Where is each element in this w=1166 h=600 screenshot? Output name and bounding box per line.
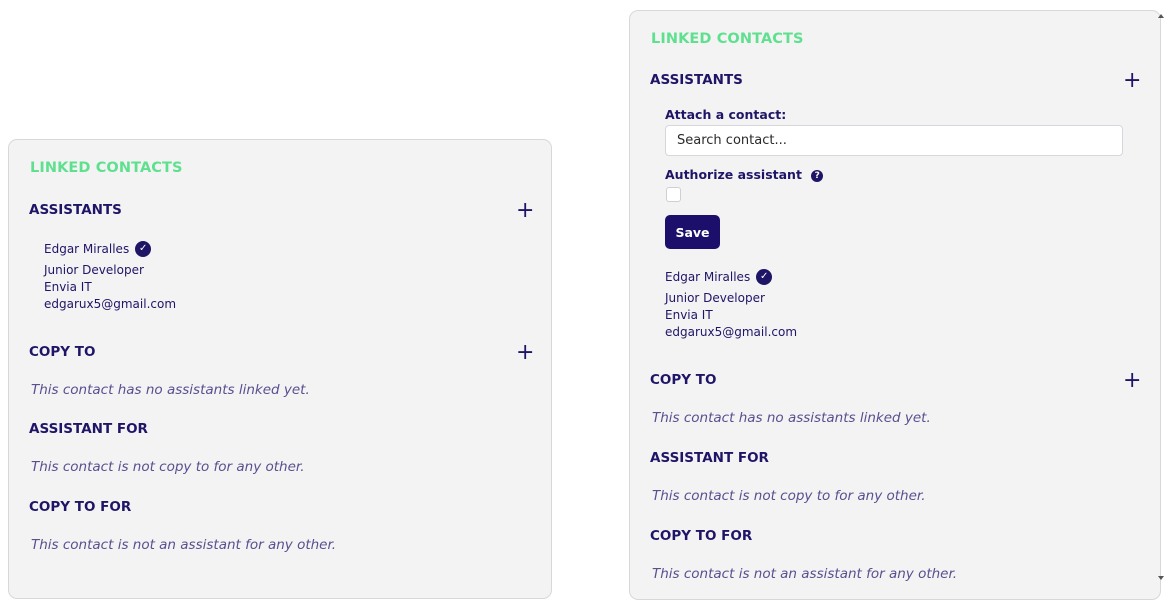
- scroll-down-arrow-icon[interactable]: [1158, 576, 1164, 580]
- contact-email: edgarux5@gmail.com: [665, 325, 798, 339]
- copy-to-empty-text: This contact has no assistants linked ye…: [652, 410, 931, 426]
- save-button[interactable]: Save: [665, 215, 720, 249]
- assistants-heading: ASSISTANTS: [650, 72, 743, 88]
- copy-to-for-heading: COPY TO FOR: [29, 499, 132, 515]
- copy-to-heading: COPY TO: [650, 372, 717, 388]
- add-copy-to-icon[interactable]: +: [516, 342, 534, 364]
- assistant-for-heading: ASSISTANT FOR: [29, 421, 148, 437]
- scrollbar[interactable]: [1156, 10, 1166, 584]
- contact-role: Junior Developer: [44, 263, 144, 277]
- attach-contact-label: Attach a contact:: [665, 107, 787, 122]
- copy-to-for-empty-text: This contact is not an assistant for any…: [31, 537, 337, 553]
- authorize-assistant-checkbox[interactable]: [666, 187, 681, 202]
- verified-check-icon: ✓: [756, 269, 773, 285]
- add-assistant-icon[interactable]: +: [1123, 70, 1141, 92]
- contact-email: edgarux5@gmail.com: [44, 297, 177, 311]
- linked-contacts-panel-right: LINKED CONTACTS ASSISTANTS + Attach a co…: [629, 10, 1161, 600]
- panel-title: LINKED CONTACTS: [30, 160, 183, 176]
- verified-check-icon: ✓: [135, 241, 152, 257]
- assistants-heading: ASSISTANTS: [29, 202, 122, 218]
- contact-role: Junior Developer: [665, 291, 765, 305]
- copy-to-for-empty-text: This contact is not an assistant for any…: [652, 566, 958, 582]
- add-assistant-icon[interactable]: +: [516, 200, 534, 222]
- scroll-up-arrow-icon[interactable]: [1158, 14, 1164, 18]
- linked-contacts-panel-left: LINKED CONTACTS ASSISTANTS + Edgar Miral…: [8, 139, 552, 599]
- help-question-icon[interactable]: ?: [811, 169, 824, 182]
- assistant-contact-card: Edgar Miralles ✓ Junior Developer Envia …: [44, 239, 176, 313]
- authorize-assistant-label: Authorize assistant ?: [665, 167, 824, 182]
- assistant-for-heading: ASSISTANT FOR: [650, 450, 769, 466]
- copy-to-heading: COPY TO: [29, 344, 96, 360]
- panel-title: LINKED CONTACTS: [651, 31, 804, 47]
- assistant-contact-card: Edgar Miralles ✓ Junior Developer Envia …: [665, 267, 797, 341]
- contact-name[interactable]: Edgar Miralles: [665, 270, 750, 284]
- copy-to-for-heading: COPY TO FOR: [650, 528, 753, 544]
- authorize-assistant-text: Authorize assistant: [665, 167, 802, 182]
- add-copy-to-icon[interactable]: +: [1123, 370, 1141, 392]
- contact-name[interactable]: Edgar Miralles: [44, 242, 129, 256]
- assistant-for-empty-text: This contact is not copy to for any othe…: [31, 459, 305, 475]
- search-contact-input[interactable]: [665, 125, 1123, 156]
- copy-to-empty-text: This contact has no assistants linked ye…: [31, 382, 310, 398]
- contact-company: Envia IT: [665, 308, 713, 322]
- assistant-for-empty-text: This contact is not copy to for any othe…: [652, 488, 926, 504]
- contact-company: Envia IT: [44, 280, 92, 294]
